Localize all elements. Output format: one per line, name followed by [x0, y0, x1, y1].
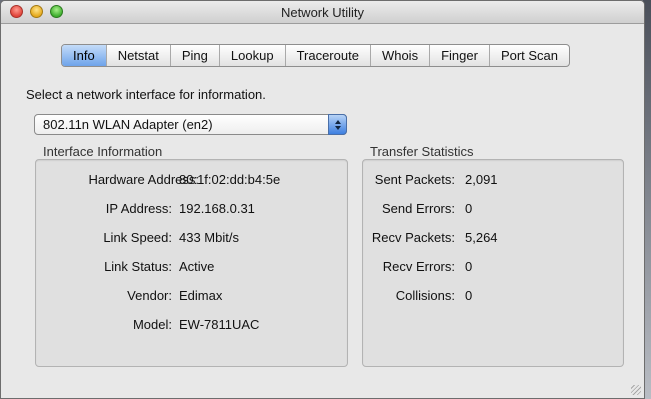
stats-label: Sent Packets:	[374, 172, 455, 187]
interface-popup-value: 802.11n WLAN Adapter (en2)	[43, 117, 213, 132]
info-value: 80:1f:02:dd:b4:5e	[179, 172, 281, 187]
info-label: Model:	[132, 317, 172, 332]
stats-value: 5,264	[465, 230, 498, 245]
tab-ping[interactable]: Ping	[169, 45, 219, 66]
interface-prompt: Select a network interface for informati…	[26, 87, 266, 102]
stats-value: 0	[465, 259, 473, 274]
info-value: 433 Mbit/s	[179, 230, 239, 245]
stats-value: 0	[465, 288, 473, 303]
tab-traceroute[interactable]: Traceroute	[284, 45, 370, 66]
interface-info-box: Hardware Address: 80:1f:02:dd:b4:5e IP A…	[35, 159, 348, 367]
tab-info[interactable]: Info	[62, 45, 106, 66]
stats-label: Recv Packets:	[371, 230, 455, 245]
interface-info-heading: Interface Information	[43, 144, 163, 159]
transfer-stats-box: Sent Packets: 2,091 Send Errors: 0 Recv …	[362, 159, 624, 367]
transfer-stats-heading: Transfer Statistics	[370, 144, 474, 159]
stats-label: Send Errors:	[382, 201, 455, 216]
tab-whois[interactable]: Whois	[369, 45, 429, 66]
info-label: Hardware Address:	[88, 172, 199, 187]
tab-port-scan[interactable]: Port Scan	[488, 45, 569, 66]
info-label: Vendor:	[127, 288, 172, 303]
interface-popup[interactable]: 802.11n WLAN Adapter (en2)	[34, 114, 347, 135]
stats-value: 0	[465, 201, 473, 216]
info-value: Edimax	[179, 288, 223, 303]
tab-lookup[interactable]: Lookup	[218, 45, 285, 66]
info-value: EW-7811UAC	[179, 317, 260, 332]
stats-label: Collisions:	[395, 288, 455, 303]
stats-label: Recv Errors:	[382, 259, 455, 274]
stats-value: 2,091	[465, 172, 498, 187]
info-value: Active	[179, 259, 215, 274]
tab-bar: Info Netstat Ping Lookup Traceroute Whoi…	[61, 44, 571, 67]
title-bar[interactable]: Network Utility	[1, 1, 644, 24]
tab-finger[interactable]: Finger	[429, 45, 489, 66]
resize-grip-icon[interactable]	[631, 385, 641, 395]
info-label: Link Status:	[104, 259, 172, 274]
info-value: 192.168.0.31	[179, 201, 255, 216]
network-utility-window: Network Utility Info Netstat Ping Lookup…	[0, 0, 645, 399]
window-title: Network Utility	[280, 5, 365, 20]
info-label: IP Address:	[105, 201, 172, 216]
tab-netstat[interactable]: Netstat	[105, 45, 170, 66]
info-label: Link Speed:	[103, 230, 172, 245]
popup-arrows-icon[interactable]	[328, 114, 347, 135]
